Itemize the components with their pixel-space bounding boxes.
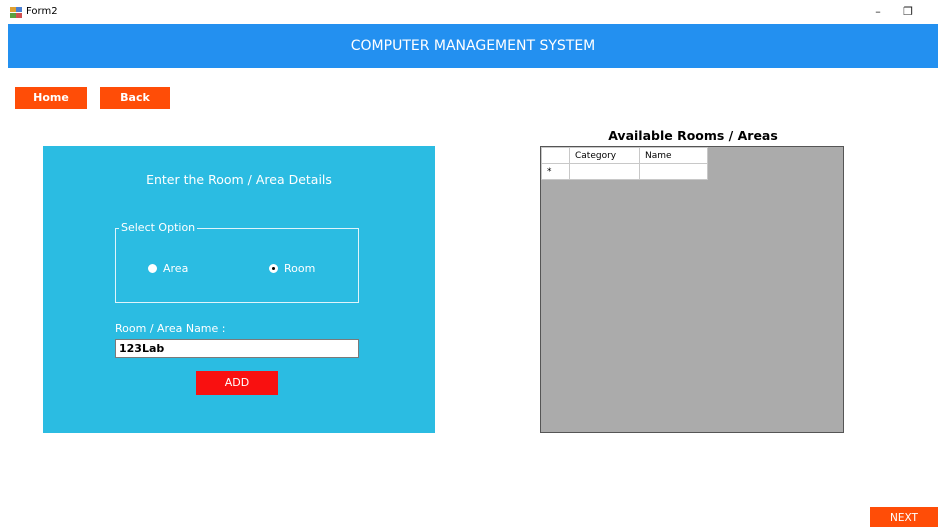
grid-title: Available Rooms / Areas bbox=[608, 128, 778, 143]
form2-window: Form2 – ❐ COMPUTER MANAGEMENT SYSTEM Hom… bbox=[0, 0, 938, 527]
table-row[interactable]: * bbox=[541, 163, 708, 180]
radio-unchecked-icon bbox=[148, 264, 157, 273]
room-radio[interactable]: Room bbox=[269, 262, 315, 275]
category-cell[interactable] bbox=[569, 163, 640, 180]
rooms-table: Category Name * bbox=[541, 147, 708, 180]
name-cell[interactable] bbox=[639, 163, 708, 180]
column-header-name[interactable]: Name bbox=[639, 147, 708, 164]
radio-checked-icon bbox=[269, 264, 278, 273]
rooms-data-grid[interactable]: Category Name * bbox=[540, 146, 844, 433]
restore-icon[interactable]: ❐ bbox=[896, 3, 920, 21]
column-header-category[interactable]: Category bbox=[569, 147, 640, 164]
window-title: Form2 bbox=[26, 6, 58, 17]
room-name-label: Room / Area Name : bbox=[115, 322, 226, 335]
panel-title: Enter the Room / Area Details bbox=[146, 172, 332, 187]
add-button[interactable]: ADD bbox=[196, 371, 278, 395]
app-header: COMPUTER MANAGEMENT SYSTEM bbox=[8, 24, 938, 68]
area-radio[interactable]: Area bbox=[148, 262, 188, 275]
minimize-icon[interactable]: – bbox=[866, 3, 890, 21]
room-entry-panel: Enter the Room / Area Details Select Opt… bbox=[43, 146, 435, 433]
area-radio-label: Area bbox=[163, 262, 189, 275]
group-legend: Select Option bbox=[119, 221, 198, 234]
home-button[interactable]: Home bbox=[15, 87, 87, 109]
row-header-corner bbox=[541, 147, 570, 164]
room-radio-label: Room bbox=[284, 262, 316, 275]
app-icon bbox=[10, 7, 22, 18]
table-header-row: Category Name bbox=[541, 147, 708, 164]
header-title: COMPUTER MANAGEMENT SYSTEM bbox=[350, 38, 596, 54]
next-button[interactable]: NEXT bbox=[870, 507, 938, 527]
room-name-input[interactable]: 123Lab bbox=[115, 339, 359, 358]
select-option-group: Select Option Area Room bbox=[115, 221, 359, 303]
new-row-marker: * bbox=[541, 163, 570, 180]
back-button[interactable]: Back bbox=[100, 87, 170, 109]
title-bar: Form2 – ❐ bbox=[0, 0, 938, 24]
